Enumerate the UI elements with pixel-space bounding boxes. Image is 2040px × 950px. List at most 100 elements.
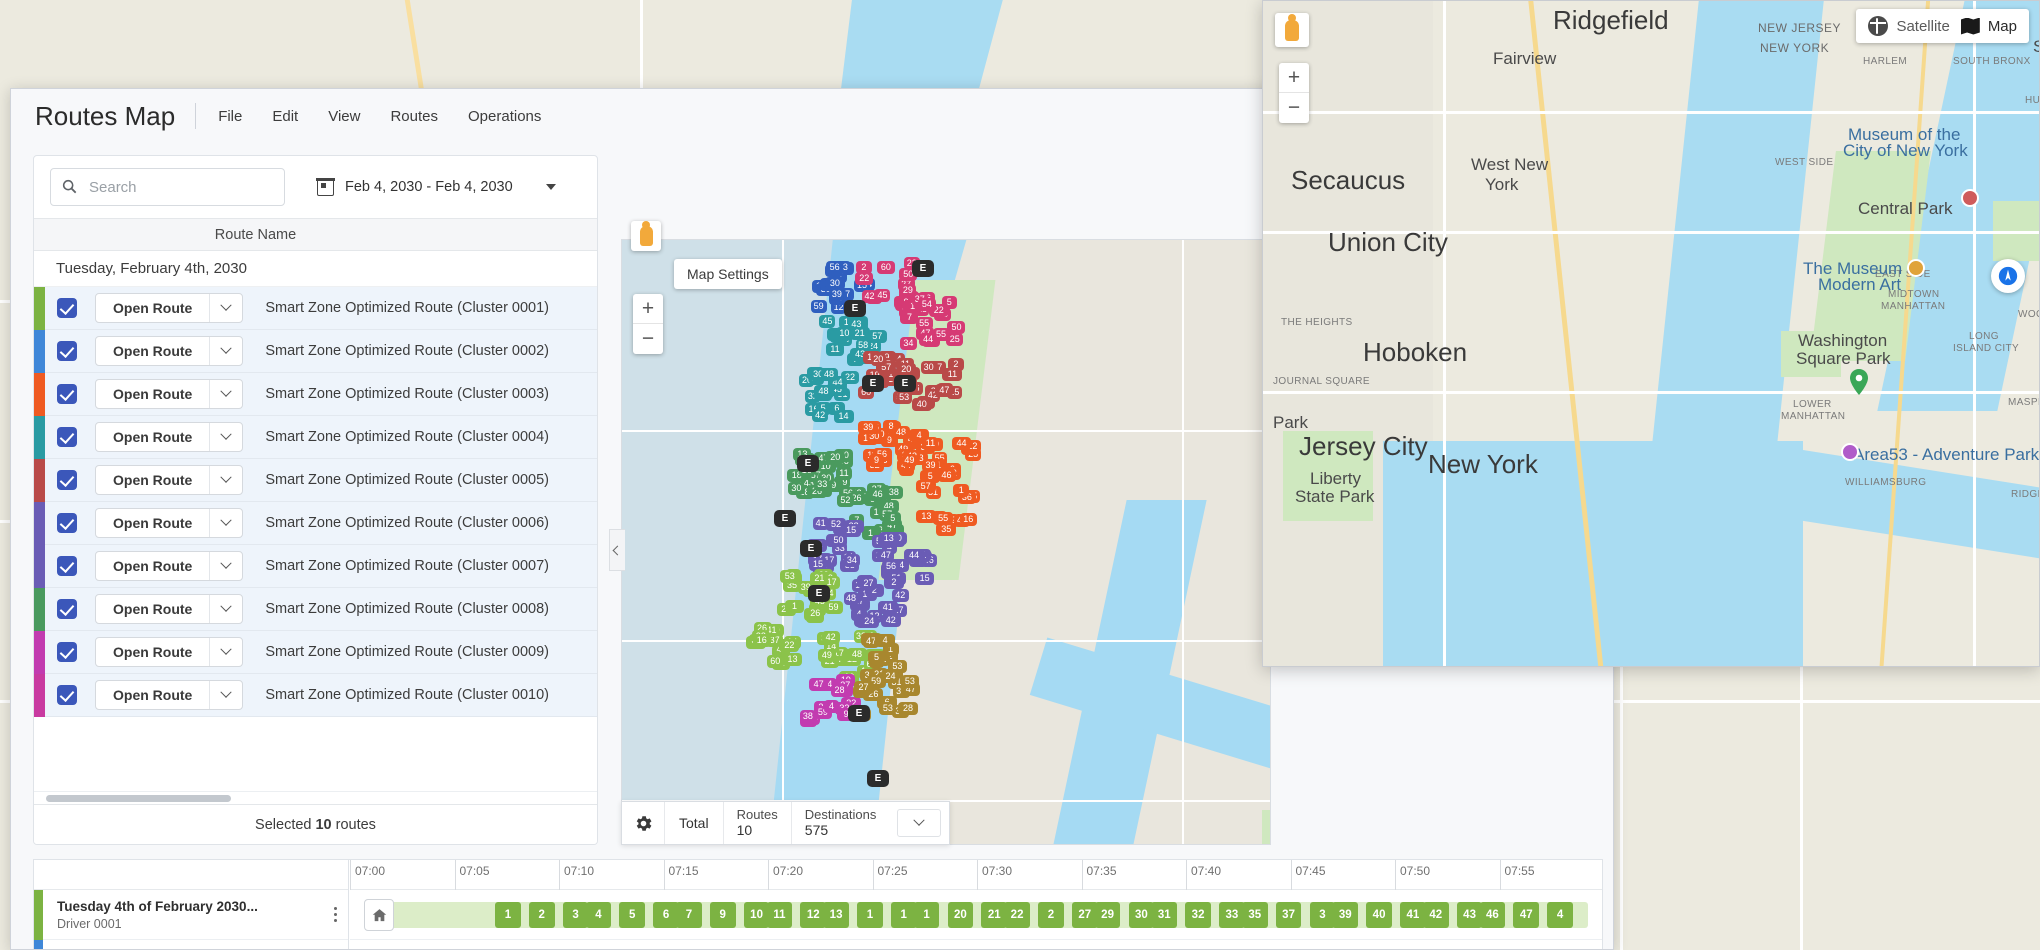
route-stop-marker[interactable]: 27 [860,577,878,591]
table-row[interactable]: Open Route Smart Zone Optimized Route (Cl… [34,501,597,545]
route-stop-marker[interactable]: 9 [869,453,885,467]
route-stop-marker[interactable]: 38 [799,710,816,723]
route-stop-marker[interactable]: 57 [915,480,936,494]
map-layer-switcher[interactable]: Satellite Map [1856,9,2029,43]
route-checkbox[interactable] [57,513,77,533]
scrollbar-thumb[interactable] [46,795,231,802]
chevron-down-icon[interactable] [545,184,556,190]
timeline-stop-chip[interactable]: 20 [947,902,974,928]
timeline-stop-chip[interactable]: 1 [913,902,940,928]
date-range-picker[interactable]: Feb 4, 2030 - Feb 4, 2030 [316,177,556,196]
timeline-stop-chip[interactable]: 10 [743,902,770,928]
route-stop-marker[interactable]: 48 [846,647,867,661]
route-stop-marker[interactable]: 5 [941,295,957,309]
route-stop-marker[interactable]: 54 [917,297,936,311]
menu-item-file[interactable]: File [214,104,246,129]
open-route-button[interactable]: Open Route [95,422,244,452]
route-checkbox[interactable] [57,384,77,404]
route-stop-marker[interactable]: 14 [833,409,854,423]
route-stop-marker[interactable]: 56 [881,559,900,573]
poi-marker-2[interactable] [1907,259,1925,277]
route-stop-marker[interactable]: 41 [877,600,898,614]
floating-map-window[interactable]: RidgefieldFairviewNEW JERSEYNEW YORKUPPE… [1262,0,2040,667]
depot-marker[interactable]: E [800,540,822,557]
panel-collapse-toggle[interactable] [609,529,625,571]
open-route-button[interactable]: Open Route [95,336,244,366]
route-checkbox[interactable] [57,427,77,447]
route-stop-marker[interactable]: 59 [824,600,843,614]
route-stop-marker[interactable]: 5 [868,650,886,664]
depot-marker[interactable]: E [912,260,934,277]
route-stop-marker[interactable]: 39 [829,288,845,302]
route-stop-marker[interactable]: 1 [784,599,804,613]
timeline-stop-chip[interactable]: 1 [890,902,917,928]
route-stop-marker[interactable]: 56 [826,260,844,274]
open-route-dropdown[interactable] [209,337,242,365]
route-stop-marker[interactable]: 59 [810,300,827,314]
timeline-stop-chip[interactable]: 40 [1366,902,1392,928]
route-stop-marker[interactable]: 60 [766,654,784,668]
route-stop-marker[interactable]: 22 [855,271,874,285]
depot-marker[interactable]: E [862,375,884,392]
timeline-stop-chip[interactable]: 31 [1151,902,1178,928]
route-stop-marker[interactable]: 28 [830,683,848,697]
open-route-button[interactable]: Open Route [95,465,244,495]
route-stop-marker[interactable]: 39 [921,458,939,472]
route-checkbox[interactable] [57,556,77,576]
route-stop-marker[interactable]: 40 [911,397,932,411]
route-stop-marker[interactable]: 30 [824,277,845,291]
route-stop-marker[interactable]: 34 [899,336,917,350]
table-row[interactable]: Open Route Smart Zone Optimized Route (Cl… [34,372,597,416]
route-stop-marker[interactable]: 47 [935,383,954,397]
timeline-stop-chip[interactable]: 5 [619,902,646,928]
compass-icon[interactable] [1991,259,2025,293]
route-stop-marker[interactable]: 2 [855,260,872,274]
timeline-stop-chip[interactable]: 47 [1513,902,1540,928]
route-stop-marker[interactable]: 48 [820,367,838,381]
timeline-stop-chip[interactable]: 37 [1275,902,1302,928]
table-row[interactable]: Open Route Smart Zone Optimized Route (Cl… [34,673,597,717]
route-stop-marker[interactable]: 50 [829,533,847,547]
route-stop-marker[interactable]: 1 [953,483,970,497]
depot-marker[interactable]: E [774,510,796,527]
map-zoom-in-button[interactable]: + [633,294,663,324]
route-checkbox[interactable] [57,298,77,318]
map-zoom-out-button[interactable]: − [633,324,663,354]
route-stop-marker[interactable]: 44 [952,436,971,450]
floating-map-zoom-out-button[interactable]: − [1279,93,1309,123]
route-stop-marker[interactable]: 30 [788,482,805,496]
route-stop-marker[interactable]: 22 [779,638,800,652]
menu-item-operations[interactable]: Operations [464,104,545,129]
open-route-dropdown[interactable] [209,509,242,537]
route-stop-marker[interactable]: 2 [883,576,904,590]
timeline-stop-chip[interactable]: 35 [1241,902,1268,928]
floating-map-zoom-in-button[interactable]: + [1279,63,1309,93]
timeline-stop-chip[interactable]: 33 [1219,902,1245,928]
open-route-button[interactable]: Open Route [95,508,244,538]
route-stop-marker[interactable]: 11 [942,367,963,381]
open-route-dropdown[interactable] [209,681,242,709]
timeline-stop-chip[interactable]: 43 [1456,902,1483,928]
route-stop-marker[interactable]: 28 [897,701,918,715]
depot-marker[interactable]: E [808,585,830,602]
route-stop-marker[interactable]: 34 [843,554,860,568]
table-row[interactable]: Open Route Smart Zone Optimized Route (Cl… [34,544,597,588]
open-route-button[interactable]: Open Route [95,637,244,667]
timeline-stop-chip[interactable]: 27 [1071,902,1098,928]
route-stop-marker[interactable]: 39 [858,421,879,435]
table-row[interactable]: Open Route Smart Zone Optimized Route (Cl… [34,587,597,631]
timeline-stop-chip[interactable]: 42 [1422,902,1449,928]
route-stop-marker[interactable]: 33 [814,478,831,492]
open-route-dropdown[interactable] [209,638,242,666]
depot-marker[interactable]: E [797,455,819,472]
timeline-row[interactable]: Tuesday 4th of February 2030...Driver 00… [34,939,348,949]
timeline-stop-chip[interactable]: 22 [1004,902,1030,928]
timeline-stop-chip[interactable]: 4 [585,902,612,928]
timeline-stop-chip[interactable]: 2 [528,902,555,928]
menu-item-view[interactable]: View [324,104,364,129]
route-stop-marker[interactable]: 42 [812,408,829,422]
route-stop-marker[interactable]: 30 [920,361,937,375]
floating-map-zoom-controls[interactable]: + − [1279,63,1309,123]
open-route-dropdown[interactable] [209,552,242,580]
route-stop-marker[interactable]: 52 [836,493,854,507]
